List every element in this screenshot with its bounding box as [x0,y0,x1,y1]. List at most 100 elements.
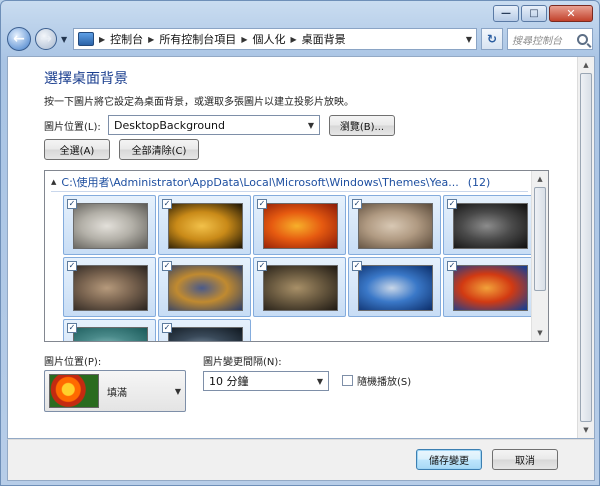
refresh-icon: ↻ [486,32,498,46]
breadcrumb-separator-icon[interactable]: ▶ [290,35,296,44]
close-icon: ✕ [566,7,576,20]
picture-count: (12) [467,175,491,189]
recent-pages-dropdown-icon[interactable]: ▼ [61,35,69,44]
picture-thumbnail [73,327,148,341]
select-all-button[interactable]: 全選(A) [44,139,110,160]
back-arrow-icon: ← [13,31,25,47]
picture-thumbnail [168,327,243,341]
picture-browser-scrollbar[interactable]: ▲ ▼ [531,171,548,341]
cancel-button[interactable]: 取消 [492,449,558,470]
scroll-down-icon[interactable]: ▼ [578,422,594,438]
shuffle-label[interactable]: 隨機播放(S) [357,373,411,388]
forward-arrow-icon: → [40,31,52,47]
search-input[interactable]: 搜尋控制台 [512,32,574,47]
position-preview-image [49,374,99,408]
browse-button[interactable]: 瀏覽(B)... [329,115,395,136]
change-interval-value: 10 分鐘 [209,375,249,388]
picture-tile[interactable]: ✓ [63,257,156,317]
picture-checkbox[interactable]: ✓ [257,261,267,271]
breadcrumb-separator-icon[interactable]: ▶ [99,35,105,44]
picture-checkbox[interactable]: ✓ [352,261,362,271]
window: — □ ✕ ← → ▼ ▶ 控制台 ▶ 所有控制台項目 ▶ 個人化 ▶ 桌面背景… [0,0,600,486]
picture-position-value: 填滿 [107,387,127,399]
picture-checkbox[interactable]: ✓ [162,199,172,209]
picture-tile[interactable]: ✓ [63,195,156,255]
picture-checkbox[interactable]: ✓ [447,261,457,271]
page-title: 選擇桌面背景 [44,71,128,87]
minimize-button[interactable]: — [493,5,519,22]
change-interval-select[interactable]: 10 分鐘 ▼ [203,371,329,391]
picture-tile[interactable]: ✓ [253,257,346,317]
maximize-icon: □ [529,7,539,19]
picture-location-select[interactable]: DesktopBackground ▼ [108,115,320,135]
caption-buttons: — □ ✕ [493,5,593,22]
page-scroll-thumb[interactable] [580,73,592,422]
scroll-up-icon[interactable]: ▲ [532,171,548,187]
close-button[interactable]: ✕ [549,5,593,22]
shuffle-checkbox-box[interactable] [342,375,353,386]
breadcrumb-desktop-background[interactable]: 桌面背景 [302,31,346,47]
picture-thumbnail [358,203,433,249]
save-changes-button[interactable]: 儲存變更 [416,449,482,470]
minimize-icon: — [501,7,511,19]
control-panel-icon [78,32,94,46]
scroll-up-icon[interactable]: ▲ [578,57,594,73]
page-instruction: 按一下圖片將它設定為桌面背景，或選取多張圖片以建立投影片放映。 [44,97,354,108]
picture-tile[interactable]: ✓ [443,195,536,255]
chevron-down-icon: ▼ [316,376,323,386]
picture-checkbox[interactable]: ✓ [67,323,77,333]
content-pane: 選擇桌面背景 按一下圖片將它設定為桌面背景，或選取多張圖片以建立投影片放映。 圖… [7,56,595,439]
picture-checkbox[interactable]: ✓ [352,199,362,209]
picture-tile[interactable]: ✓ [63,319,156,341]
picture-tile[interactable]: ✓ [443,257,536,317]
change-interval-label: 圖片變更間隔(N): [203,357,282,368]
forward-button[interactable]: → [35,28,57,50]
address-history-dropdown-icon[interactable]: ▼ [466,35,472,44]
picture-position-label: 圖片位置(P): [44,357,102,368]
shuffle-checkbox[interactable]: 隨機播放(S) [342,373,411,388]
picture-checkbox[interactable]: ✓ [162,261,172,271]
back-button[interactable]: ← [7,27,31,51]
search-icon[interactable] [577,33,588,45]
folder-group-header[interactable]: ▲ C:\使用者\Administrator\AppData\Local\Mic… [51,174,528,190]
refresh-button[interactable]: ↻ [481,28,503,50]
picture-checkbox[interactable]: ✓ [447,199,457,209]
dialog-footer: 儲存變更 取消 [7,439,595,481]
navigation-bar: ← → ▼ ▶ 控制台 ▶ 所有控制台項目 ▶ 個人化 ▶ 桌面背景 ▼ ↻ 搜… [7,25,593,53]
breadcrumb-control-panel[interactable]: 控制台 [110,31,143,47]
picture-thumbnail [263,265,338,311]
clear-all-button[interactable]: 全部清除(C) [119,139,199,160]
search-box[interactable]: 搜尋控制台 [507,28,593,50]
picture-tile[interactable]: ✓ [158,319,251,341]
address-bar[interactable]: ▶ 控制台 ▶ 所有控制台項目 ▶ 個人化 ▶ 桌面背景 ▼ [73,28,477,50]
picture-thumbnail [73,203,148,249]
collapse-group-icon[interactable]: ▲ [51,178,56,186]
picture-checkbox[interactable]: ✓ [162,323,172,333]
scroll-down-icon[interactable]: ▼ [532,325,548,341]
group-divider [51,191,528,192]
breadcrumb-all-items[interactable]: 所有控制台項目 [159,31,236,47]
maximize-button[interactable]: □ [521,5,547,22]
breadcrumb-personalization[interactable]: 個人化 [252,31,285,47]
page-scrollbar[interactable]: ▲ ▼ [577,57,594,438]
picture-tile[interactable]: ✓ [253,195,346,255]
picture-tile[interactable]: ✓ [348,257,441,317]
picture-checkbox[interactable]: ✓ [67,199,77,209]
picture-thumbnail [453,265,528,311]
picture-thumbnail [453,203,528,249]
scroll-thumb[interactable] [534,187,546,291]
picture-checkbox[interactable]: ✓ [257,199,267,209]
picture-location-value: DesktopBackground [114,118,225,132]
picture-thumbnail [168,265,243,311]
breadcrumb-separator-icon[interactable]: ▶ [148,35,154,44]
picture-location-label: 圖片位置(L): [44,122,101,133]
picture-tile[interactable]: ✓ [348,195,441,255]
picture-position-select[interactable]: 填滿 ▼ [44,370,186,412]
picture-tile[interactable]: ✓ [158,257,251,317]
breadcrumb-separator-icon[interactable]: ▶ [241,35,247,44]
chevron-down-icon: ▼ [174,386,181,396]
folder-path: C:\使用者\Administrator\AppData\Local\Micro… [61,176,459,189]
picture-tile[interactable]: ✓ [158,195,251,255]
picture-checkbox[interactable]: ✓ [67,261,77,271]
picture-thumbnail [73,265,148,311]
